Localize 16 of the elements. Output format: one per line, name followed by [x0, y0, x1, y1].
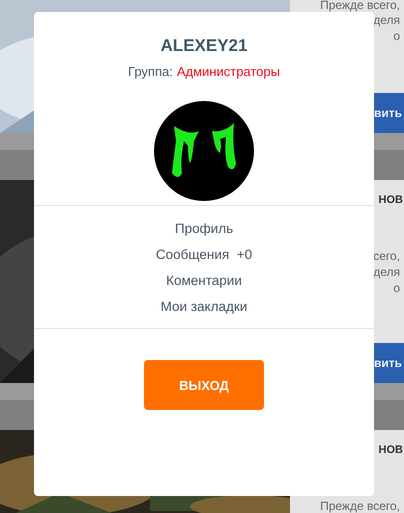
card-text: Прежде всего,: [320, 0, 401, 12]
menu-link[interactable]: Мои закладки: [160, 298, 248, 316]
card-text: Прежде всего,: [320, 498, 401, 513]
card-text: о: [393, 280, 401, 296]
username: ALEXEY21: [160, 36, 248, 56]
card-text: о: [393, 28, 401, 44]
card-heading: НОВ: [378, 443, 404, 458]
card-text: сего,: [373, 248, 401, 264]
group-name: Администраторы: [176, 64, 280, 79]
card-text: деля: [373, 12, 401, 28]
menu-link[interactable]: Коментарии: [166, 272, 242, 290]
menu-link[interactable]: Профиль: [174, 220, 234, 238]
card-text: деля: [373, 264, 401, 280]
card-heading: НОВ: [378, 193, 404, 208]
menu-link[interactable]: Сообщения +0: [156, 246, 252, 264]
group-label: Группа:: [128, 64, 173, 79]
